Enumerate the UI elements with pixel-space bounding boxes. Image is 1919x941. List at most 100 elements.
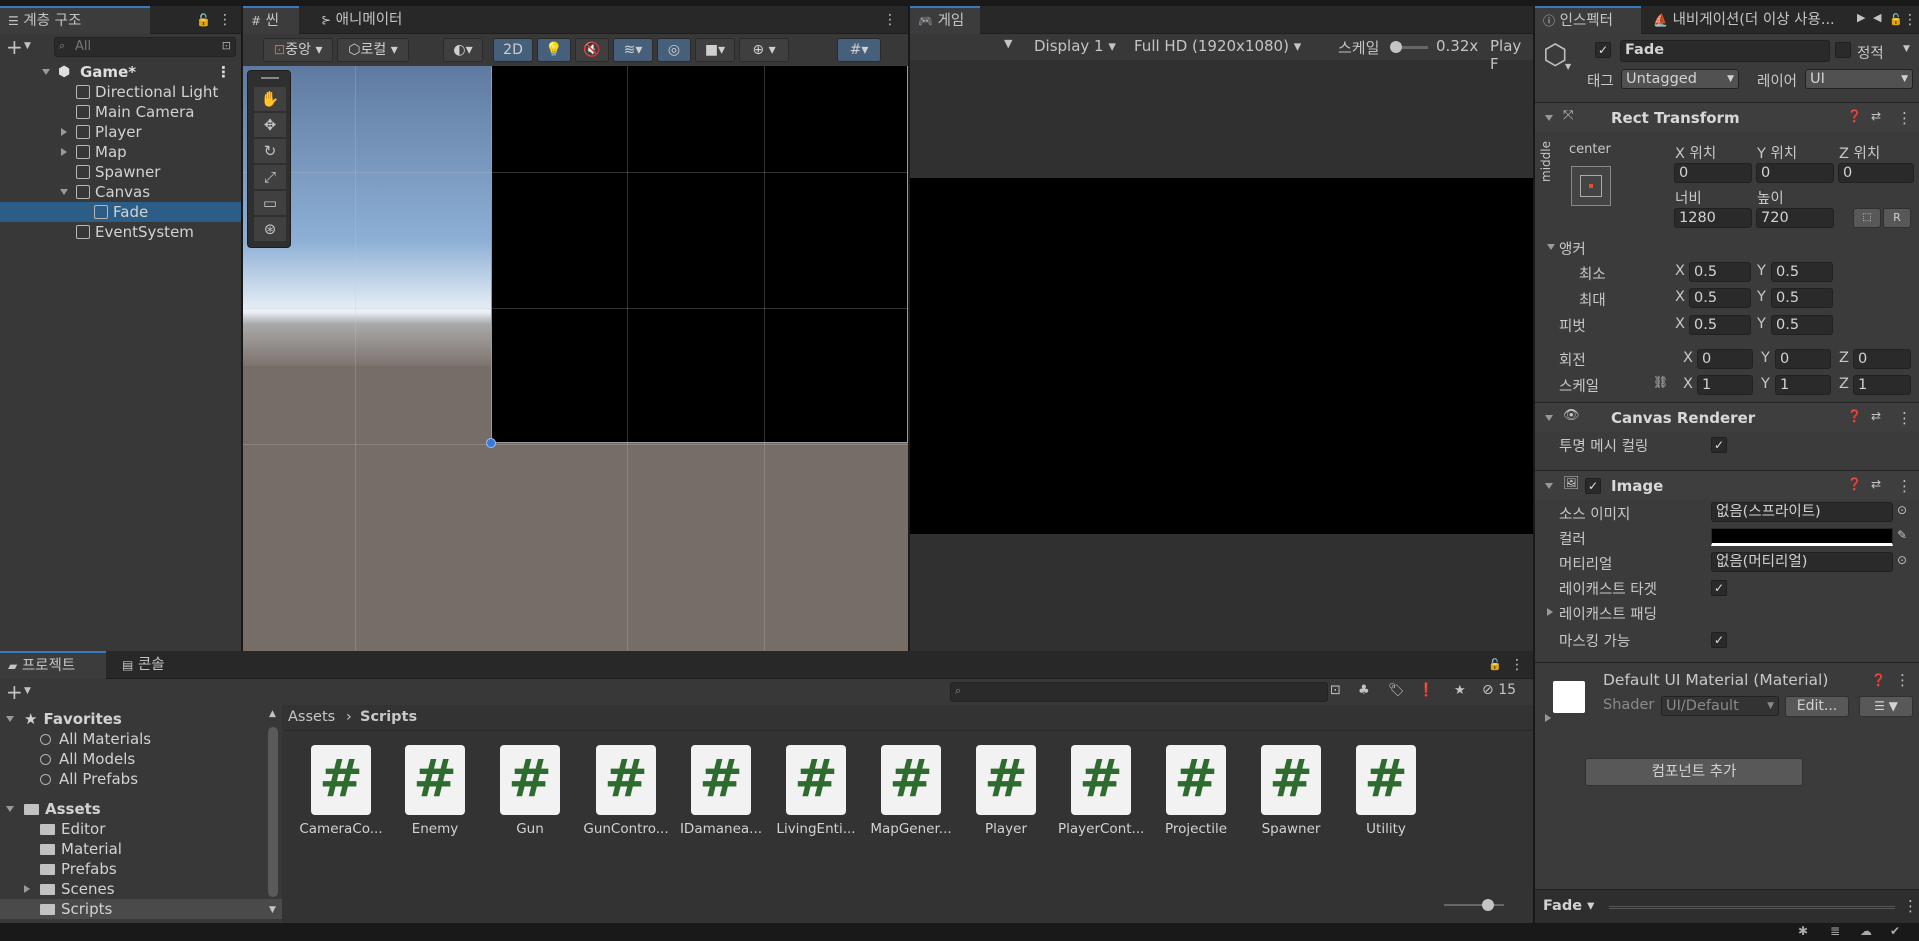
tab-inspector[interactable]: ⓘ 인스펙터: [1535, 6, 1641, 34]
grid-snap-dropdown[interactable]: #▾: [837, 38, 881, 62]
play-focused-dropdown[interactable]: Play F: [1490, 37, 1533, 73]
pivot-dropdown[interactable]: ⊡중앙 ▾: [263, 38, 333, 62]
raycast-target-checkbox[interactable]: ✓: [1711, 580, 1727, 596]
pos-y-field[interactable]: 0: [1756, 163, 1834, 183]
lock-icon[interactable]: 🔓: [196, 13, 211, 27]
lock-icon[interactable]: 🔓: [1488, 658, 1502, 671]
raycast-padding-expand-icon[interactable]: [1547, 608, 1553, 616]
favorite-star-icon[interactable]: ★: [1454, 683, 1466, 698]
assets-header[interactable]: Assets: [0, 799, 282, 819]
tag-dropdown[interactable]: Untagged ▼: [1621, 69, 1739, 89]
tag-icon[interactable]: 🏷: [1388, 683, 1405, 698]
shader-edit-button[interactable]: Edit...: [1785, 696, 1849, 717]
project-menu-icon[interactable]: ⋮: [1510, 656, 1524, 674]
blueprint-mode-button[interactable]: ⬚: [1853, 208, 1881, 228]
zoom-slider[interactable]: [1444, 899, 1504, 911]
pivot-y-field[interactable]: 0.5: [1771, 315, 1833, 335]
breadcrumb-root[interactable]: Assets: [288, 709, 335, 725]
script-asset[interactable]: # Projectile: [1153, 745, 1239, 841]
min-x-field[interactable]: 0.5: [1689, 262, 1751, 282]
shader-options-dropdown[interactable]: ☰ ▼: [1859, 696, 1913, 717]
move-tool-icon[interactable]: ✥: [254, 113, 286, 137]
scale-x-field[interactable]: 1: [1697, 375, 1753, 395]
layers-icon[interactable]: ≣: [1830, 924, 1840, 938]
footer-menu-icon[interactable]: ⋮: [1903, 897, 1918, 915]
folder-item[interactable]: Prefabs: [0, 859, 282, 879]
rot-y-field[interactable]: 0: [1775, 349, 1831, 369]
camera-dropdown[interactable]: ■▾: [695, 38, 735, 62]
preset-icon[interactable]: ⇄: [1871, 409, 1881, 423]
canvas-renderer-header[interactable]: 👁 Canvas Renderer ❓ ⇄ ⋮: [1535, 402, 1919, 432]
min-y-field[interactable]: 0.5: [1771, 262, 1833, 282]
max-x-field[interactable]: 0.5: [1689, 288, 1751, 308]
warning-icon[interactable]: ❗: [1418, 683, 1434, 698]
effects-dropdown[interactable]: ≋▾: [613, 38, 653, 62]
static-checkbox[interactable]: [1835, 42, 1851, 58]
project-search-input[interactable]: ⌕: [950, 682, 1328, 702]
pos-x-field[interactable]: 0: [1674, 163, 1752, 183]
game-viewport[interactable]: [910, 178, 1533, 534]
gizmos-dropdown[interactable]: ⊕ ▾: [739, 38, 789, 62]
favorite-item[interactable]: All Models: [0, 749, 282, 769]
script-asset[interactable]: # GunContro...: [583, 745, 669, 841]
image-enabled-checkbox[interactable]: ✓: [1585, 478, 1601, 494]
script-asset[interactable]: # Gun: [487, 745, 573, 841]
tree-item-spawner[interactable]: Spawner: [0, 162, 241, 182]
rect-transform-header[interactable]: ⤧ Rect Transform ❓ ⇄ ⋮: [1535, 102, 1919, 132]
tab-console[interactable]: ▤ 콘솔: [114, 651, 173, 679]
script-asset[interactable]: # PlayerCont...: [1058, 745, 1144, 841]
display-dropdown[interactable]: Display 1 ▾: [1034, 37, 1116, 55]
tab-game[interactable]: 🎮 게임: [910, 6, 980, 34]
scroll-up-icon[interactable]: ▲: [269, 709, 276, 719]
help-icon[interactable]: ❓: [1871, 673, 1886, 687]
tree-item-map[interactable]: Map: [0, 142, 241, 162]
lighting-toggle[interactable]: 💡: [537, 38, 571, 62]
scale-y-field[interactable]: 1: [1775, 375, 1831, 395]
add-object-button[interactable]: +: [6, 35, 23, 59]
help-icon[interactable]: ❓: [1847, 109, 1862, 123]
audio-toggle[interactable]: 🔇: [575, 38, 609, 62]
object-picker-icon[interactable]: ⊙: [1897, 553, 1907, 567]
expand-icon[interactable]: [6, 716, 14, 722]
shader-dropdown[interactable]: UI/Default ▼: [1661, 696, 1779, 716]
scene-menu-icon[interactable]: ⋮: [216, 62, 231, 82]
preview-object-dropdown[interactable]: Fade ▾: [1543, 898, 1594, 914]
tree-item-player[interactable]: Player: [0, 122, 241, 142]
tab-project[interactable]: ▰ 프로젝트: [0, 651, 106, 679]
height-field[interactable]: 720: [1756, 208, 1834, 228]
palette-grip[interactable]: [261, 77, 279, 79]
expand-icon[interactable]: [60, 189, 68, 195]
search-filter-icon[interactable]: ⊡: [222, 39, 231, 52]
preset-icon[interactable]: ⇄: [1871, 109, 1881, 123]
component-menu-icon[interactable]: ⋮: [1895, 671, 1910, 689]
inspector-lock-icon[interactable]: 🔓: [1889, 13, 1903, 26]
tab-scroll-right-icon[interactable]: ▶: [1857, 11, 1865, 24]
script-asset[interactable]: # Spawner: [1248, 745, 1334, 841]
add-component-button[interactable]: 컴포넌트 추가: [1585, 758, 1803, 786]
rect-tool-icon[interactable]: ▭: [254, 191, 286, 215]
material-expand-icon[interactable]: [1545, 714, 1551, 722]
expand-icon[interactable]: [42, 69, 50, 75]
scene-viewport[interactable]: ✋ ✥ ↻ ⤢ ▭ ⊛: [243, 66, 908, 652]
hand-tool-icon[interactable]: ✋: [254, 87, 286, 111]
expand-icon[interactable]: [6, 806, 14, 812]
max-y-field[interactable]: 0.5: [1771, 288, 1833, 308]
component-menu-icon[interactable]: ⋮: [1897, 109, 1912, 127]
script-asset[interactable]: # Player: [963, 745, 1049, 841]
layer-dropdown[interactable]: UI ▼: [1805, 69, 1913, 89]
object-picker-icon[interactable]: ⊙: [1897, 503, 1907, 517]
expand-icon[interactable]: [61, 148, 67, 156]
pos-z-field[interactable]: 0: [1838, 163, 1914, 183]
anchor-preset-button[interactable]: [1571, 166, 1611, 206]
pivot-handle[interactable]: [486, 438, 496, 448]
scale-slider-thumb[interactable]: [1390, 41, 1402, 53]
game-mode-dropdown[interactable]: ▼: [1004, 37, 1012, 50]
hierarchy-search-input[interactable]: ⌕ All ⊡: [54, 37, 236, 57]
search-by-type-icon[interactable]: ⊡: [1330, 683, 1341, 698]
check-circle-icon[interactable]: ✔: [1890, 924, 1900, 938]
script-asset[interactable]: # IDamanea...: [678, 745, 764, 841]
scroll-down-icon[interactable]: ▼: [269, 905, 276, 915]
raw-edit-button[interactable]: R: [1883, 208, 1911, 228]
transform-tool-icon[interactable]: ⊛: [254, 217, 286, 241]
preset-icon[interactable]: ⇄: [1871, 477, 1881, 491]
